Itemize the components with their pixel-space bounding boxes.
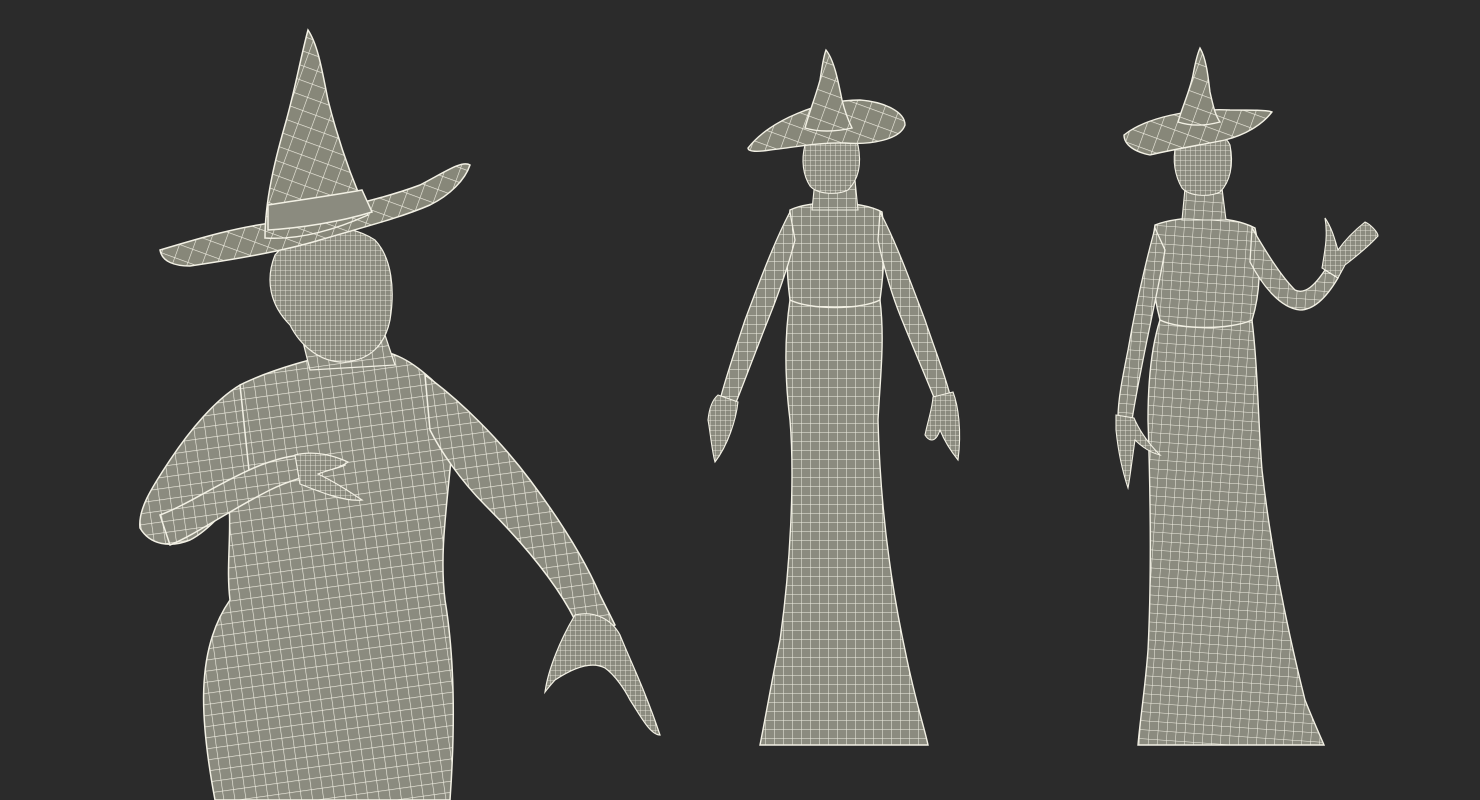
figure2-right-arm [877,209,951,401]
figure2-left-arm [719,210,796,406]
witch-figure-closeup [139,28,661,800]
figure3-torso [1151,217,1260,329]
figure2-left-hand [707,394,739,464]
render-viewport [0,0,1480,800]
figure2-torso [786,202,885,309]
figure1-right-arm [424,373,616,632]
figure1-right-hand [544,613,661,736]
wireframe-scene [139,28,1379,800]
figure3-dress [1137,311,1326,746]
figure2-hat-cone [804,48,854,132]
witch-figure-a-pose [707,48,961,746]
figure3-hat-cone [1177,46,1222,126]
figure2-right-hand [924,391,961,462]
witch-figure-waving [1115,46,1379,746]
figure3-right-hand [1321,217,1379,279]
figure2-dress [759,291,929,746]
